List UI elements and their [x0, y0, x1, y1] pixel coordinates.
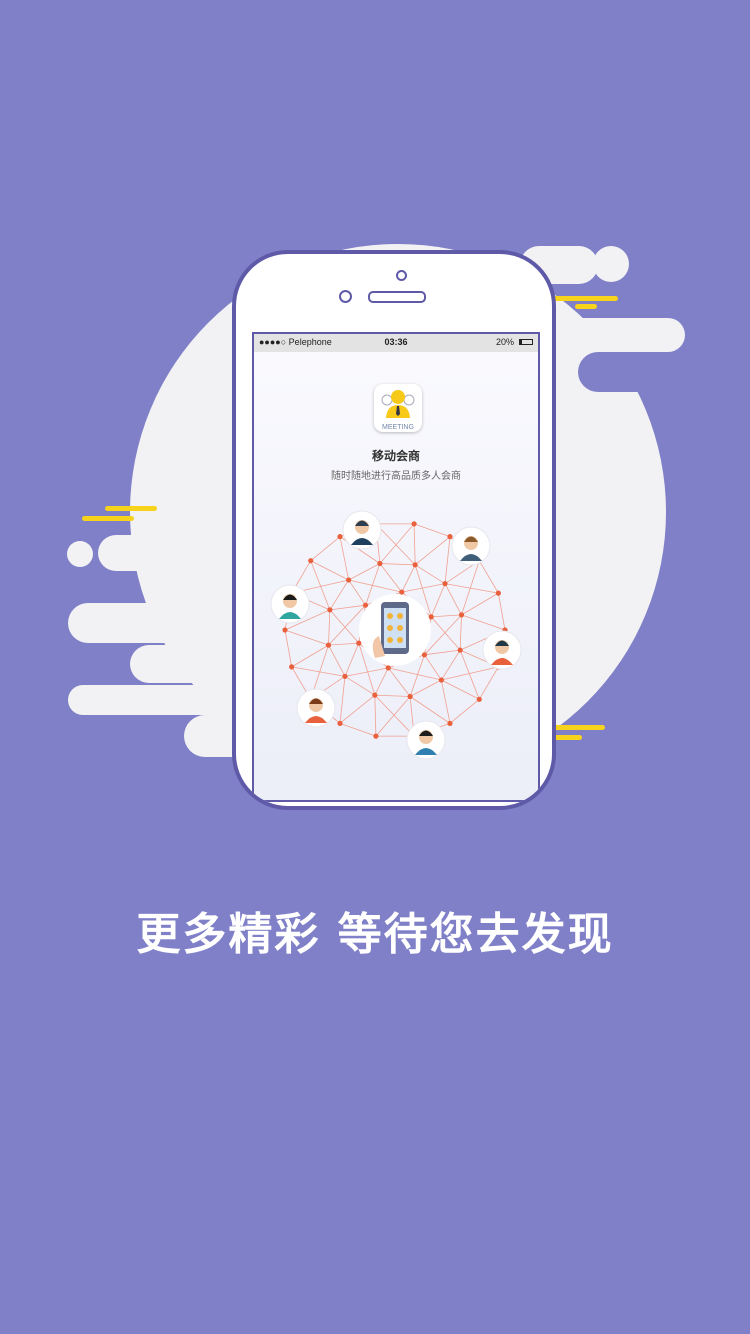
splash-stage: ●●●●○ Pelephone 03:36 20% MEETING 移动会商 随: [0, 0, 750, 1334]
network-node: [342, 673, 348, 679]
network-node: [476, 696, 482, 702]
network-node: [428, 614, 434, 620]
network-link: [348, 579, 366, 606]
network-node: [325, 642, 332, 648]
network-link: [497, 593, 506, 631]
network-link: [441, 649, 461, 681]
user-avatar-icon: [406, 720, 446, 760]
user-avatar-icon: [342, 510, 382, 550]
network-node: [373, 733, 379, 739]
network-link: [379, 523, 415, 564]
network-node: [356, 640, 362, 646]
network-link: [414, 564, 446, 584]
network-node: [372, 692, 378, 698]
network-link: [459, 614, 462, 651]
network-link: [431, 614, 462, 618]
network-link: [379, 563, 416, 566]
network-node: [407, 693, 413, 700]
network-link: [339, 722, 377, 737]
network-node: [385, 665, 391, 671]
network-link: [329, 604, 366, 611]
network-link: [430, 616, 461, 651]
network-node: [337, 720, 343, 726]
phone-group-icon: [359, 594, 431, 666]
network-link: [284, 629, 293, 667]
network-link: [291, 644, 329, 668]
network-link: [328, 609, 331, 646]
network-node: [495, 590, 501, 596]
headline: 更多精彩 等待您去发现: [136, 909, 614, 960]
user-avatar-icon: [451, 526, 491, 566]
network-node: [337, 534, 343, 540]
network-link: [375, 696, 411, 737]
network-link: [478, 666, 499, 700]
network-link: [444, 583, 462, 616]
network-link: [413, 523, 416, 565]
network-link: [339, 694, 376, 724]
network-link: [441, 679, 480, 700]
network-link: [444, 536, 451, 584]
network-link: [430, 583, 446, 618]
network-link: [440, 679, 451, 724]
network-link: [461, 592, 499, 616]
user-avatar-icon: [296, 688, 336, 728]
network-link: [424, 654, 442, 681]
network-link: [478, 560, 499, 594]
network-link: [414, 536, 451, 566]
user-avatar-icon: [270, 584, 310, 624]
network-link: [413, 523, 451, 538]
network-link: [344, 642, 360, 677]
network-link: [374, 667, 389, 696]
network-link: [441, 666, 499, 681]
network-link: [374, 694, 411, 697]
network-node: [282, 627, 288, 633]
network-illustration: [270, 510, 522, 760]
network-node: [458, 612, 465, 618]
network-link: [291, 666, 346, 677]
network-node: [442, 581, 448, 587]
network-node: [447, 720, 453, 726]
network-link: [310, 560, 349, 581]
network-node: [411, 521, 417, 527]
network-link: [339, 676, 346, 724]
network-link: [449, 698, 480, 724]
network-link: [339, 536, 350, 581]
network-link: [444, 583, 499, 594]
network-link: [461, 614, 506, 631]
network-node: [438, 677, 444, 683]
network-node: [327, 607, 333, 613]
network-link: [401, 564, 416, 593]
network-node: [346, 577, 352, 583]
network-node: [412, 562, 418, 568]
network-node: [457, 647, 463, 653]
network-link: [329, 609, 360, 644]
network-link: [310, 536, 341, 562]
network-node: [308, 558, 314, 564]
network-link: [344, 676, 376, 696]
network-link: [329, 579, 349, 611]
network-link: [409, 696, 451, 724]
network-node: [289, 664, 295, 670]
network-link: [424, 649, 461, 656]
network-node: [399, 589, 405, 595]
network-link: [284, 629, 329, 646]
network-link: [374, 695, 377, 737]
network-link: [328, 642, 359, 646]
network-node: [447, 534, 453, 540]
user-avatar-icon: [482, 630, 522, 670]
network-link: [328, 644, 346, 677]
network-node: [377, 560, 383, 567]
